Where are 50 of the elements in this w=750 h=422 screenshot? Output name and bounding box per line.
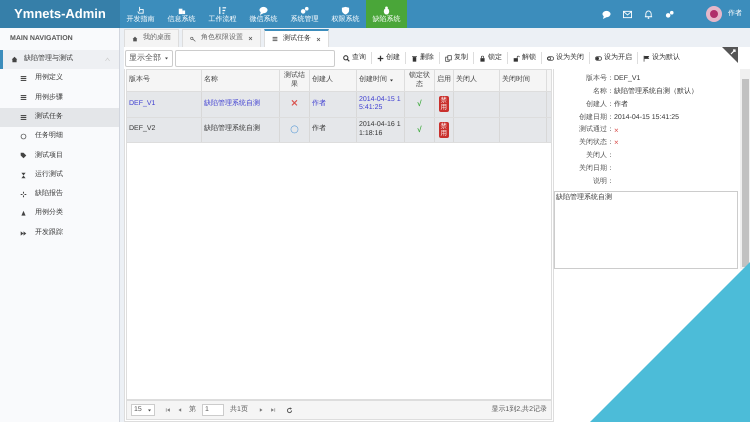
- shield-icon: [341, 6, 350, 14]
- status-mark: ×: [614, 124, 619, 137]
- close-icon[interactable]: [316, 36, 321, 42]
- list-icon: [20, 94, 27, 102]
- caret-icon: [164, 56, 169, 60]
- status-mark: ×: [614, 137, 619, 150]
- lock-mark: √: [417, 124, 422, 136]
- home-icon: [11, 56, 18, 63]
- search-icon: [343, 54, 350, 62]
- home-icon: [132, 36, 138, 42]
- toggle-icon: [595, 54, 602, 62]
- crosshair-icon: [20, 190, 27, 198]
- list-icon: [20, 75, 27, 82]
- hourglass-icon: [20, 172, 27, 179]
- flag-icon: [643, 54, 650, 62]
- first-page-icon[interactable]: [165, 407, 171, 413]
- trash-icon: [411, 54, 418, 62]
- result-mark: ×: [290, 99, 299, 110]
- chat-icon[interactable]: [602, 10, 611, 18]
- forward-icon: [20, 230, 27, 237]
- last-page-icon[interactable]: [270, 407, 276, 413]
- sort-icon: [218, 6, 227, 14]
- close-icon[interactable]: [248, 36, 253, 41]
- chevron-icon: [104, 56, 111, 63]
- chat-icon: [259, 6, 268, 14]
- tag-icon: [20, 152, 27, 160]
- logo: Ymnets-Admin: [0, 0, 120, 28]
- circle-icon: [20, 133, 27, 140]
- building-icon: [177, 6, 186, 14]
- result-mark: ○: [290, 124, 299, 135]
- key-icon: [190, 36, 196, 42]
- toggle-icon: [547, 54, 554, 62]
- refresh-icon[interactable]: [286, 406, 293, 414]
- sort-caret-icon: [389, 78, 394, 83]
- avatar-icon[interactable]: [706, 6, 722, 22]
- copy-icon: [445, 54, 452, 62]
- filter-select[interactable]: 显示全部: [125, 50, 173, 66]
- lock-mark: √: [417, 98, 422, 110]
- caret-icon: [147, 408, 152, 412]
- previous-page-icon[interactable]: [177, 407, 183, 413]
- list-icon: [20, 114, 27, 121]
- lock-icon: [479, 54, 486, 62]
- unlock-icon: [513, 54, 520, 62]
- next-page-icon[interactable]: [258, 407, 264, 413]
- scrollbar[interactable]: [740, 69, 750, 269]
- list-icon: [272, 36, 278, 42]
- mail-icon[interactable]: [623, 10, 632, 18]
- expand-icon[interactable]: [722, 47, 738, 63]
- search-field[interactable]: [175, 50, 335, 66]
- plus-icon: [377, 54, 384, 62]
